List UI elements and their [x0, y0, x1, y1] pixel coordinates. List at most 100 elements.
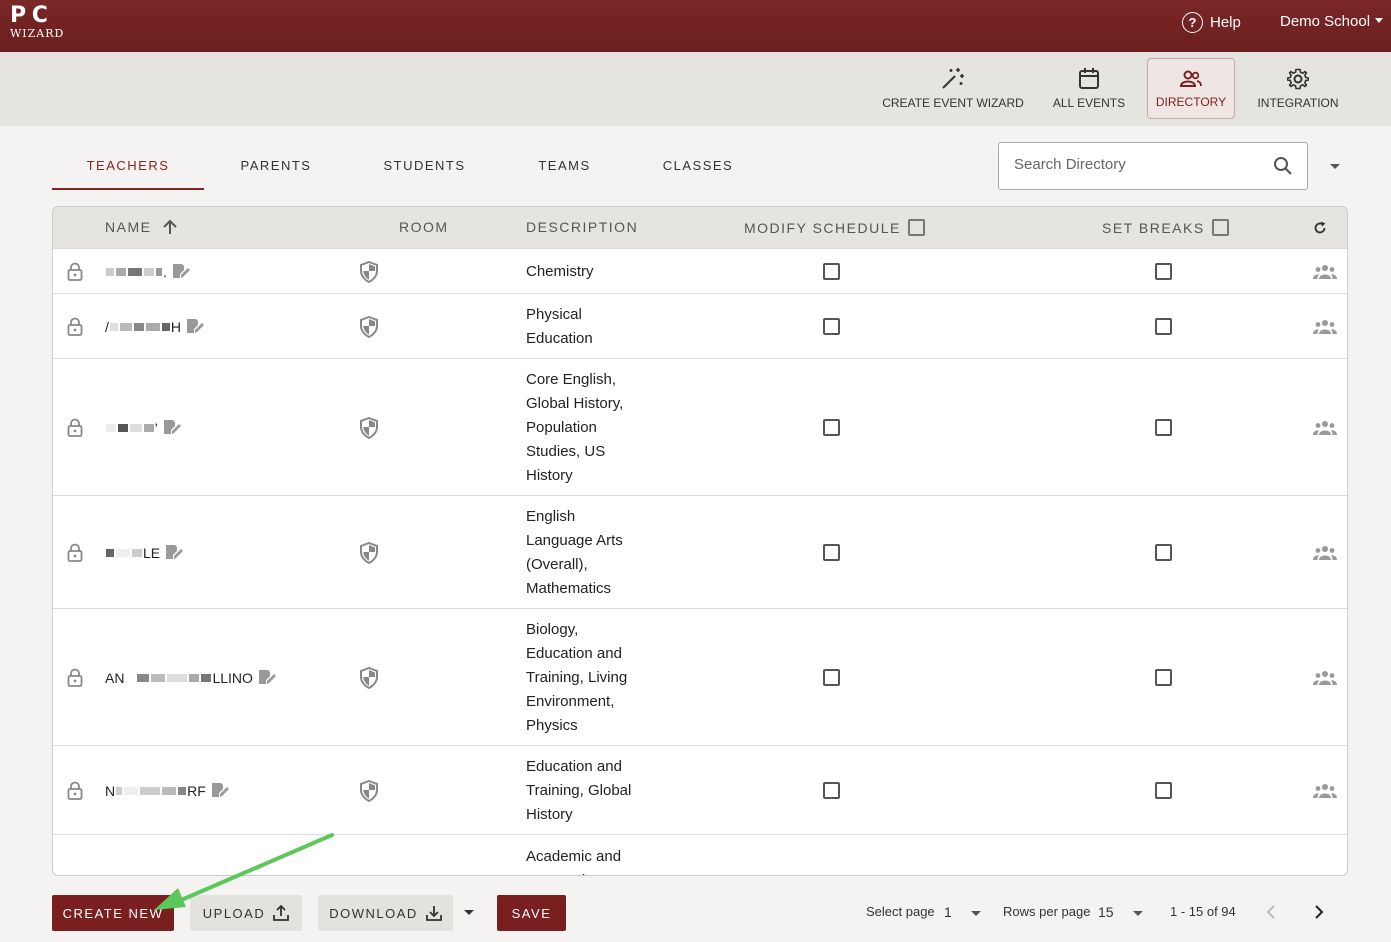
modify-schedule-checkbox[interactable]	[823, 669, 840, 686]
redacted-text	[132, 549, 142, 557]
teacher-name[interactable]: N RF	[105, 781, 230, 801]
group-icon[interactable]	[1312, 545, 1338, 566]
search-icon[interactable]	[1273, 156, 1293, 176]
app-logo[interactable]: P C WIZARD	[10, 4, 74, 44]
filter-dropdown-icon[interactable]	[1330, 164, 1340, 169]
header-name[interactable]: NAME	[105, 219, 178, 235]
table-row[interactable]: AN LLINO Biology, Education and Training,…	[53, 608, 1347, 745]
tab-teams[interactable]: TEAMS	[512, 150, 617, 190]
shield-icon[interactable]	[359, 260, 379, 288]
teacher-name[interactable]: LE	[105, 543, 184, 563]
modify-schedule-checkbox[interactable]	[823, 419, 840, 436]
set-breaks-all-checkbox[interactable]	[1211, 219, 1229, 236]
header-room[interactable]: ROOM	[399, 219, 449, 235]
name-suffix: H	[170, 319, 182, 335]
chevron-right-icon[interactable]	[1313, 904, 1325, 920]
teacher-description: Education and Training, Global History	[526, 758, 632, 823]
modify-schedule-checkbox[interactable]	[823, 782, 840, 799]
teacher-description: Chemistry	[526, 263, 594, 280]
table-row[interactable]: . Chemistry	[53, 248, 1347, 293]
annotation-arrow	[154, 833, 334, 910]
shield-icon[interactable]	[359, 779, 379, 807]
download-options-caret-icon[interactable]	[464, 910, 474, 915]
redacted-text	[137, 674, 150, 682]
redacted-text	[128, 268, 142, 276]
lock-icon[interactable]	[67, 781, 83, 806]
tab-students[interactable]: STUDENTS	[362, 150, 487, 190]
set-breaks-checkbox[interactable]	[1155, 544, 1172, 561]
teacher-description: Biology, Education and Training, Living …	[526, 621, 628, 734]
name-suffix: LE	[143, 545, 161, 561]
nav-all-events[interactable]: ALL EVENTS	[1046, 58, 1132, 119]
lock-icon[interactable]	[67, 668, 83, 693]
redacted-text	[116, 787, 123, 795]
group-icon[interactable]	[1312, 264, 1338, 285]
rows-per-page-value[interactable]: 15	[1098, 904, 1114, 920]
group-icon[interactable]	[1312, 319, 1338, 340]
modify-schedule-checkbox[interactable]	[823, 263, 840, 280]
tab-parents[interactable]: PARENTS	[215, 150, 337, 190]
redacted-text	[116, 549, 130, 557]
header-description[interactable]: DESCRIPTION	[526, 219, 638, 235]
lock-icon[interactable]	[67, 262, 83, 287]
set-breaks-checkbox[interactable]	[1155, 782, 1172, 799]
school-dropdown[interactable]: Demo School	[1280, 13, 1384, 30]
edit-icon[interactable]	[162, 417, 182, 440]
set-breaks-checkbox[interactable]	[1155, 669, 1172, 686]
help-link[interactable]: ? Help	[1182, 10, 1241, 34]
save-button[interactable]: SAVE	[497, 895, 566, 931]
lock-icon[interactable]	[67, 317, 83, 342]
main-nav: CREATE EVENT WIZARD ALL EVENTS DIRECTORY…	[0, 52, 1391, 126]
shield-icon[interactable]	[359, 541, 379, 569]
search-input[interactable]	[1014, 156, 1264, 173]
nav-integration[interactable]: INTEGRATION	[1252, 58, 1344, 119]
select-page-value[interactable]: 1	[944, 904, 952, 920]
set-breaks-checkbox[interactable]	[1155, 318, 1172, 335]
tab-teachers[interactable]: TEACHERS	[52, 150, 204, 190]
teacher-name[interactable]: '	[105, 418, 182, 438]
shield-icon[interactable]	[359, 315, 379, 343]
tab-classes[interactable]: CLASSES	[640, 150, 756, 190]
modify-schedule-all-checkbox[interactable]	[907, 219, 925, 236]
nav-create-event-wizard[interactable]: CREATE EVENT WIZARD	[878, 58, 1028, 119]
name-prefix: /	[105, 319, 109, 335]
table-row[interactable]: LE English Language Arts (Overall), Math…	[53, 495, 1347, 608]
redacted-text	[201, 674, 212, 682]
modify-schedule-checkbox[interactable]	[823, 318, 840, 335]
teacher-name[interactable]: / H	[105, 317, 205, 337]
redacted-text	[106, 549, 114, 557]
header-set-breaks: SET BREAKS	[1102, 219, 1229, 236]
table-row[interactable]: ' Core English, Global History, Populati…	[53, 358, 1347, 495]
edit-icon[interactable]	[185, 316, 205, 339]
shield-icon[interactable]	[359, 666, 379, 694]
teacher-description: Academic and Personal	[526, 848, 622, 875]
teacher-name[interactable]: AN LLINO	[105, 668, 277, 688]
set-breaks-checkbox[interactable]	[1155, 419, 1172, 436]
sort-arrow-up-icon[interactable]	[163, 219, 178, 235]
refresh-icon[interactable]	[1313, 221, 1327, 235]
chevron-left-icon[interactable]	[1265, 904, 1277, 920]
edit-icon[interactable]	[164, 542, 184, 565]
set-breaks-checkbox[interactable]	[1155, 263, 1172, 280]
edit-icon[interactable]	[210, 780, 230, 803]
table-row[interactable]: / H Physical Education	[53, 293, 1347, 358]
nav-directory[interactable]: DIRECTORY	[1147, 58, 1235, 119]
rows-per-page-caret-icon[interactable]	[1133, 911, 1143, 916]
lock-icon[interactable]	[67, 543, 83, 568]
modify-schedule-checkbox[interactable]	[823, 544, 840, 561]
edit-icon[interactable]	[171, 261, 191, 284]
magic-wand-icon	[942, 68, 964, 89]
shield-icon[interactable]	[359, 416, 379, 444]
group-icon[interactable]	[1312, 420, 1338, 441]
name-suffix: .	[163, 264, 167, 280]
lock-icon[interactable]	[67, 418, 83, 443]
teacher-description: English Language Arts (Overall), Mathema…	[526, 508, 623, 597]
gear-icon	[1287, 68, 1309, 90]
edit-icon[interactable]	[257, 667, 277, 690]
select-page-caret-icon[interactable]	[971, 911, 981, 916]
group-icon[interactable]	[1312, 670, 1338, 691]
group-icon[interactable]	[1312, 783, 1338, 804]
teacher-name[interactable]: .	[105, 262, 191, 282]
redacted-text	[119, 323, 132, 331]
table-row[interactable]: N RF Education and Training, Global Histo…	[53, 745, 1347, 834]
